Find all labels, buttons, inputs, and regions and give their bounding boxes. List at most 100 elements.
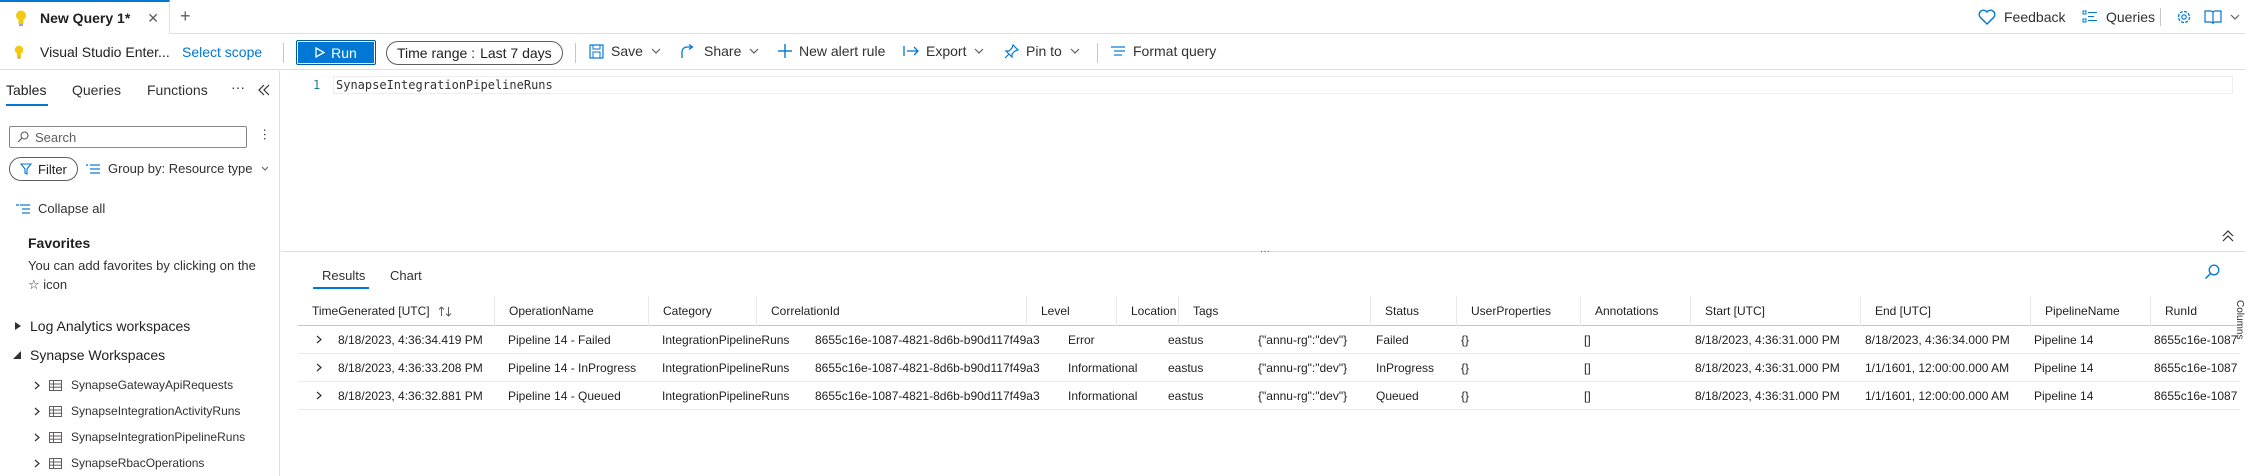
tab-queries[interactable]: Queries bbox=[72, 82, 121, 98]
search-input[interactable]: Search bbox=[9, 126, 247, 148]
cell-end: 1/1/1601, 12:00:00.000 AM bbox=[1865, 360, 2010, 375]
column-header-label: Level bbox=[1041, 304, 1070, 318]
tab-functions[interactable]: Functions bbox=[147, 82, 208, 98]
save-label: Save bbox=[611, 43, 643, 59]
cell-time-generated: 8/18/2023, 4:36:34.419 PM bbox=[338, 332, 483, 347]
table-item[interactable]: SynapseGatewayApiRequests bbox=[34, 378, 233, 392]
column-header-label: Annotations bbox=[1595, 304, 1659, 318]
expand-chevron-icon bbox=[34, 459, 40, 467]
splitter-grip-icon: ··· bbox=[1260, 246, 1270, 257]
feedback-button[interactable]: Feedback bbox=[1978, 0, 2065, 34]
column-header[interactable]: PipelineName bbox=[2030, 296, 2150, 326]
select-scope-link[interactable]: Select scope bbox=[182, 44, 262, 60]
column-header-label: Tags bbox=[1193, 304, 1219, 318]
cell-location: eastus bbox=[1168, 360, 1204, 375]
query-tab-bar: New Query 1* ✕ + Feedback Queries bbox=[0, 0, 2245, 34]
expand-row-icon[interactable] bbox=[316, 326, 322, 353]
collapse-editor-icon[interactable] bbox=[2222, 229, 2234, 247]
table-item[interactable]: SynapseRbacOperations bbox=[34, 456, 204, 470]
cell-pipeline-name: Pipeline 14 bbox=[2034, 332, 2094, 347]
tree-group-synapse[interactable]: Synapse Workspaces bbox=[12, 347, 165, 363]
table-icon bbox=[49, 431, 62, 443]
cell-user-properties: {} bbox=[1461, 360, 1470, 375]
column-header[interactable]: OperationName bbox=[494, 296, 602, 326]
tab-new-query[interactable]: New Query 1* ✕ bbox=[0, 0, 170, 34]
search-icon bbox=[17, 131, 29, 143]
table-name: SynapseRbacOperations bbox=[71, 456, 205, 470]
feedback-label: Feedback bbox=[2004, 9, 2066, 25]
tab-tables[interactable]: Tables bbox=[6, 82, 46, 98]
queries-button[interactable]: Queries bbox=[2082, 0, 2155, 34]
table-row[interactable]: 8/18/2023, 4:36:34.419 PM Pipeline 14 - … bbox=[298, 326, 2240, 354]
query-editor[interactable]: 1 SynapseIntegrationPipelineRuns bbox=[281, 71, 2245, 251]
cell-level: Informational bbox=[1068, 360, 1138, 375]
cell-run-id: 8655c16e-1087 bbox=[2154, 388, 2238, 403]
column-header[interactable]: TimeGenerated [UTC] bbox=[298, 296, 494, 326]
cell-correlation-id: 8655c16e-1087-4821-8d6b-b90d117f49a3 bbox=[815, 388, 1040, 403]
cell-annotations: [] bbox=[1584, 360, 1591, 375]
chevron-down-icon bbox=[651, 48, 661, 54]
cell-location: eastus bbox=[1168, 332, 1204, 347]
column-header[interactable]: Tags bbox=[1178, 296, 1288, 326]
double-chevron-left-icon[interactable] bbox=[258, 83, 270, 99]
column-header[interactable]: End [UTC] bbox=[1860, 296, 2030, 326]
play-icon bbox=[315, 47, 326, 58]
cell-run-id: 8655c16e-1087 bbox=[2154, 360, 2238, 375]
column-header[interactable]: Status bbox=[1370, 296, 1456, 326]
column-header[interactable]: Category bbox=[648, 296, 756, 326]
columns-side-panel-toggle[interactable]: Columns bbox=[2232, 300, 2245, 360]
table-item[interactable]: SynapseIntegrationActivityRuns bbox=[34, 404, 240, 418]
tree-group-log-analytics[interactable]: Log Analytics workspaces bbox=[14, 318, 190, 334]
share-icon bbox=[681, 43, 697, 59]
column-header[interactable]: Start [UTC] bbox=[1690, 296, 1860, 326]
new-alert-rule-button[interactable]: New alert rule bbox=[778, 43, 885, 59]
pin-to-button[interactable]: Pin to bbox=[1004, 43, 1081, 59]
more-options-button[interactable]: ··· bbox=[231, 79, 245, 95]
settings-button[interactable] bbox=[2176, 0, 2192, 34]
cell-pipeline-name: Pipeline 14 bbox=[2034, 388, 2094, 403]
divider bbox=[1097, 43, 1098, 63]
editor-results-splitter[interactable]: ··· bbox=[281, 246, 2245, 257]
tab-chart[interactable]: Chart bbox=[390, 268, 422, 283]
active-tab-indicator bbox=[313, 287, 369, 289]
column-header[interactable]: RunId bbox=[2150, 296, 2240, 326]
table-item[interactable]: SynapseIntegrationPipelineRuns bbox=[34, 430, 245, 444]
tree-group-label: Log Analytics workspaces bbox=[30, 318, 191, 334]
column-header[interactable]: UserProperties bbox=[1456, 296, 1580, 326]
search-icon[interactable] bbox=[2204, 264, 2220, 285]
column-header[interactable]: Annotations bbox=[1580, 296, 1690, 326]
expand-row-icon[interactable] bbox=[316, 382, 322, 409]
export-button[interactable]: Export bbox=[903, 43, 985, 59]
cell-category: IntegrationPipelineRuns bbox=[662, 332, 790, 347]
collapse-all-label: Collapse all bbox=[38, 201, 106, 216]
column-header[interactable]: Location bbox=[1116, 296, 1178, 326]
docs-button[interactable] bbox=[2204, 0, 2240, 34]
group-by-dropdown[interactable]: Group by: Resource type bbox=[86, 161, 269, 176]
save-button[interactable]: Save bbox=[589, 43, 662, 59]
expand-chevron-icon bbox=[34, 407, 40, 415]
collapse-all-button[interactable]: Collapse all bbox=[16, 201, 105, 216]
format-query-button[interactable]: Format query bbox=[1110, 43, 1216, 59]
table-row[interactable]: 8/18/2023, 4:36:33.208 PM Pipeline 14 - … bbox=[298, 354, 2240, 382]
cell-tags: {"annu-rg":"dev"} bbox=[1258, 388, 1348, 403]
favorites-title: Favorites bbox=[28, 235, 91, 251]
tab-results[interactable]: Results bbox=[322, 268, 365, 283]
table-name: SynapseIntegrationActivityRuns bbox=[71, 404, 241, 418]
sort-icon bbox=[438, 305, 452, 317]
column-header[interactable]: Level bbox=[1026, 296, 1116, 326]
filter-label: Filter bbox=[38, 161, 67, 177]
close-icon[interactable]: ✕ bbox=[147, 10, 159, 27]
expand-row-icon[interactable] bbox=[316, 354, 322, 381]
time-range-picker[interactable]: Time range : Last 7 days bbox=[386, 41, 563, 65]
query-toolbar: Visual Studio Enter... Select scope Run … bbox=[0, 35, 2245, 70]
query-text[interactable]: SynapseIntegrationPipelineRuns bbox=[336, 78, 553, 92]
table-row[interactable]: 8/18/2023, 4:36:32.881 PM Pipeline 14 - … bbox=[298, 382, 2240, 410]
run-button[interactable]: Run bbox=[296, 40, 376, 65]
lightbulb-icon bbox=[14, 44, 24, 63]
filter-button[interactable]: Filter bbox=[9, 157, 78, 181]
group-icon bbox=[86, 163, 100, 175]
plus-icon[interactable]: + bbox=[180, 6, 191, 27]
search-more-button[interactable]: ··· bbox=[258, 128, 273, 141]
share-button[interactable]: Share bbox=[681, 43, 760, 59]
column-header[interactable]: CorrelationId bbox=[756, 296, 1026, 326]
